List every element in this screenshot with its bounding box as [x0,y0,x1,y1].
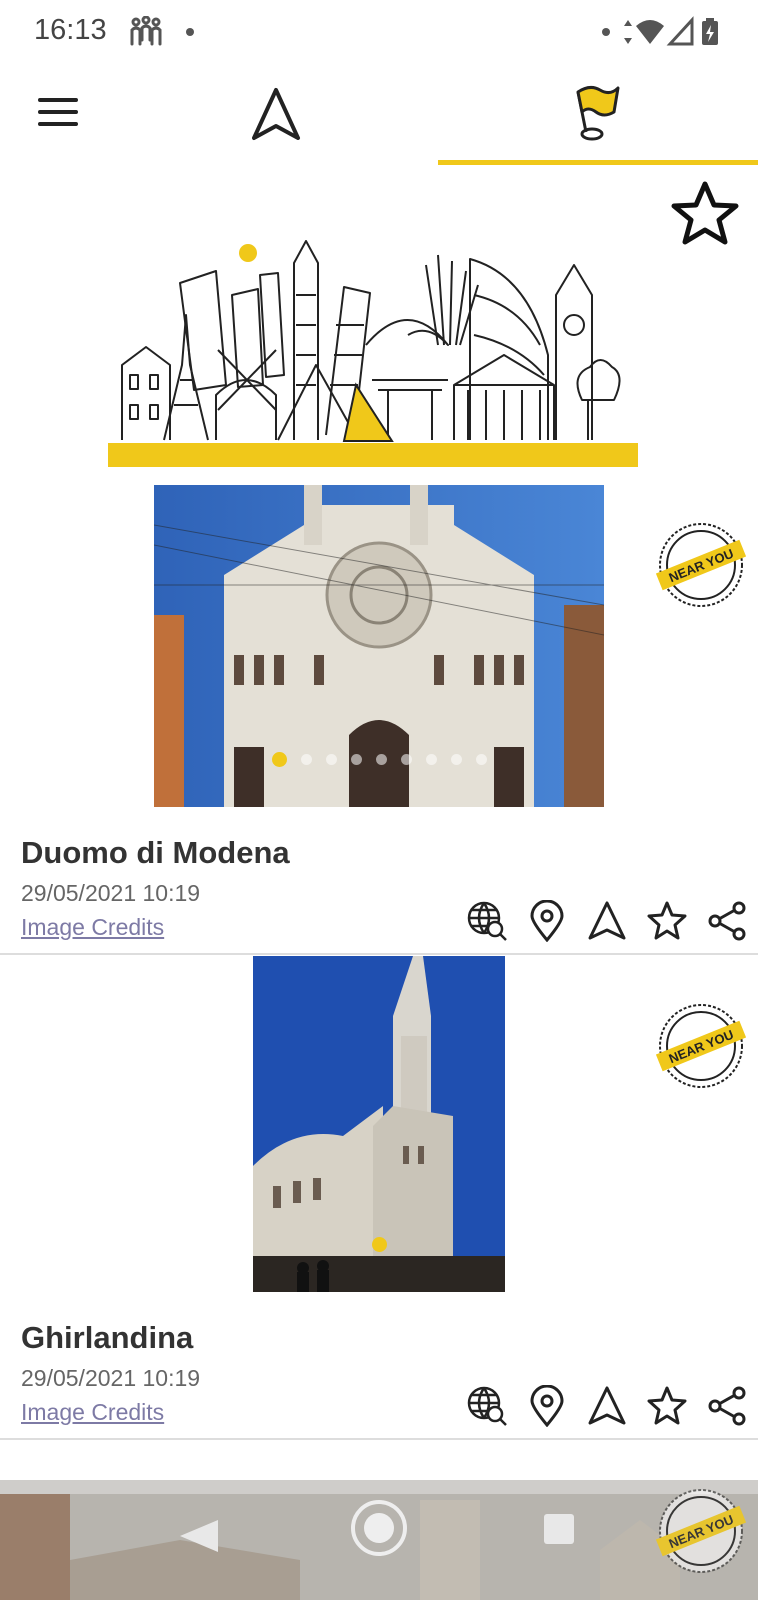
share-icon[interactable] [706,900,748,942]
navigate-tab[interactable] [250,86,302,149]
near-you-badge: NEAR YOU [656,523,746,607]
place-title: Ghirlandina [21,1320,194,1355]
recents-nav-icon [544,1514,574,1544]
places-tab[interactable] [574,84,624,149]
place-date: 29/05/2021 10:19 [21,880,201,906]
carousel-dot[interactable] [300,754,312,765]
place-photo-carousel[interactable] [154,485,604,807]
place-actions [466,1384,748,1428]
system-navigation-bar [0,1480,758,1600]
landmarks-skyline-illustration [108,240,638,467]
favorite-star-icon[interactable] [646,900,688,942]
carousel-dot[interactable] [271,752,287,767]
top-toolbar [0,64,758,164]
card-divider [0,1438,758,1440]
near-you-badge: NEAR YOU [656,1004,746,1088]
carousel-dot[interactable] [350,754,362,765]
next-place-photo [0,1480,758,1600]
navigation-arrow-icon [252,88,300,140]
place-card[interactable]: NEAR YOU Duomo di Modena 29/05/2021 10:1… [0,480,758,955]
wifi-icon [636,20,664,44]
navigate-icon[interactable] [586,1385,628,1427]
status-time: 16:13 [34,14,107,46]
carousel-dots [154,752,604,767]
carousel-dot[interactable] [325,754,337,765]
status-notification-icons [128,15,208,53]
hamburger-menu-icon[interactable] [38,94,80,135]
dot-icon [602,28,610,36]
status-system-icons [598,16,728,53]
carousel-dot[interactable] [400,754,412,765]
place-actions [466,899,748,943]
people-activity-icon [130,15,194,46]
carousel-dot[interactable] [475,754,487,765]
place-card[interactable]: NEAR YOU Ghirlandina 29/05/2021 10:19 Im… [0,955,758,1440]
share-icon[interactable] [706,1385,748,1427]
favorite-star-icon[interactable] [646,1385,688,1427]
web-search-icon[interactable] [466,900,508,942]
data-transfer-icon [624,20,632,44]
near-you-badge: NEAR YOU [656,1489,746,1573]
map-pin-icon[interactable] [526,1384,568,1428]
carousel-dot[interactable] [375,754,387,765]
place-title: Duomo di Modena [21,835,290,870]
place-photo-carousel[interactable] [253,956,505,1292]
flag-pin-icon [576,85,620,141]
status-bar: 16:13 [0,0,758,64]
signal-icon [666,16,694,46]
image-credits-link[interactable]: Image Credits [21,914,164,941]
carousel-dot[interactable] [425,754,437,765]
web-search-icon[interactable] [466,1385,508,1427]
carousel-dot[interactable] [371,1237,387,1252]
active-tab-indicator [438,160,758,165]
map-pin-icon[interactable] [526,899,568,943]
carousel-dot[interactable] [450,754,462,765]
image-credits-link[interactable]: Image Credits [21,1399,164,1426]
carousel-dots [253,1237,505,1252]
place-date: 29/05/2021 10:19 [21,1365,201,1391]
navigate-icon[interactable] [586,900,628,942]
favorite-star-icon[interactable] [670,180,740,253]
